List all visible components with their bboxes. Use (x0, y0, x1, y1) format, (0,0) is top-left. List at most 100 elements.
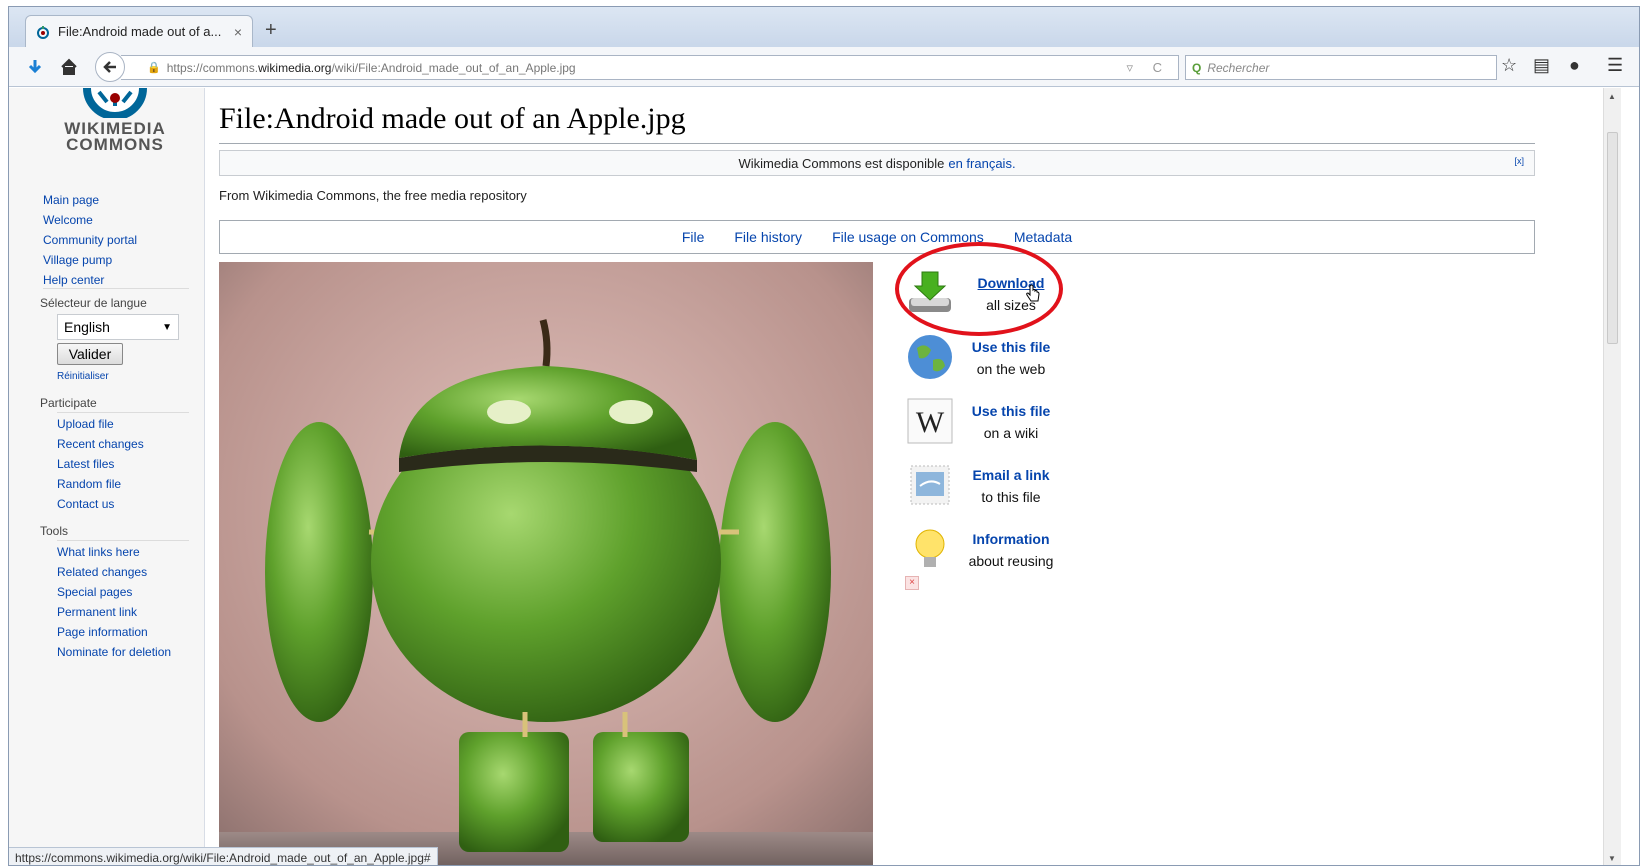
close-tab-icon[interactable]: × (234, 24, 242, 40)
use-wiki-sub: on a wiki (983, 425, 1039, 441)
broken-image-icon: × (905, 576, 919, 590)
language-selector-heading: Sélecteur de langue (40, 296, 147, 310)
main-navigation: Main page Welcome Community portal Villa… (43, 190, 137, 290)
notice-french-link[interactable]: en français. (948, 156, 1015, 171)
use-on-wiki-action[interactable]: W Use this file on a wiki (905, 392, 1105, 456)
browser-window: File:Android made out of a... × + 🔒 http… (8, 6, 1640, 866)
email-link-action[interactable]: Email a link to this file (905, 456, 1105, 520)
chat-icon[interactable]: ● (1569, 55, 1580, 76)
wikipedia-w-icon: W (907, 398, 953, 444)
scrollbar-thumb[interactable] (1607, 132, 1618, 344)
participate-list: Upload file Recent changes Latest files … (57, 414, 144, 514)
globe-icon (908, 335, 952, 379)
tab-strip: File:Android made out of a... × + (9, 7, 1639, 47)
nav-village-pump[interactable]: Village pump (43, 250, 137, 270)
nav-help-center[interactable]: Help center (43, 270, 137, 290)
use-wiki-link[interactable]: Use this file (961, 400, 1061, 422)
lock-icon: 🔒 (147, 62, 161, 74)
svg-text:W: W (916, 406, 945, 439)
toc-file-history[interactable]: File history (734, 229, 802, 245)
language-select[interactable]: English ▼ (57, 314, 179, 340)
browser-tab[interactable]: File:Android made out of a... × (25, 15, 253, 47)
information-sub: about reusing (968, 553, 1054, 569)
use-web-text: Use this file on the web (961, 336, 1061, 380)
nav-nominate-for-deletion[interactable]: Nominate for deletion (57, 642, 171, 662)
notice-dismiss-button[interactable]: [x] (1514, 156, 1524, 166)
vertical-scrollbar[interactable]: ▲ ▼ (1603, 88, 1621, 865)
language-notice-banner: Wikimedia Commons est disponible en fran… (219, 150, 1535, 176)
nav-random-file[interactable]: Random file (57, 474, 144, 494)
site-subtitle: From Wikimedia Commons, the free media r… (219, 188, 527, 203)
nav-latest-files[interactable]: Latest files (57, 454, 144, 474)
information-action[interactable]: Information about reusing (905, 520, 1105, 584)
file-toc: File File history File usage on Commons … (219, 220, 1535, 254)
download-text: Download all sizes (961, 272, 1061, 316)
nav-recent-changes[interactable]: Recent changes (57, 434, 144, 454)
toc-file-usage[interactable]: File usage on Commons (832, 229, 984, 245)
tab-title: File:Android made out of a... (58, 24, 222, 39)
bookmark-star-icon[interactable]: ☆ (1501, 55, 1517, 76)
email-link[interactable]: Email a link (961, 464, 1061, 486)
new-tab-button[interactable]: + (265, 19, 277, 42)
divider (43, 288, 189, 289)
divider (57, 412, 189, 413)
sidebar: WIKIMEDIA COMMONS Main page Welcome Comm… (9, 88, 205, 865)
nav-special-pages[interactable]: Special pages (57, 582, 171, 602)
use-web-link[interactable]: Use this file (961, 336, 1061, 358)
search-engine-icon: Q (1192, 60, 1202, 75)
tools-heading: Tools (40, 524, 69, 538)
nav-what-links-here[interactable]: What links here (57, 542, 171, 562)
toc-file[interactable]: File (682, 229, 705, 245)
page-title: File:Android made out of an Apple.jpg (219, 102, 1535, 144)
status-bar-url: https://commons.wikimedia.org/wiki/File:… (9, 847, 438, 865)
logo-commons-text: COMMONS (66, 135, 164, 154)
hand-cursor-icon (1026, 284, 1040, 302)
valider-button[interactable]: Valider (57, 343, 123, 365)
divider (57, 540, 189, 541)
participate-heading: Participate (40, 396, 97, 410)
nav-community-portal[interactable]: Community portal (43, 230, 137, 250)
information-link[interactable]: Information (961, 528, 1061, 550)
back-button[interactable] (95, 52, 125, 82)
download-sub: all sizes (986, 297, 1036, 313)
file-actions-panel: Download all sizes Use this file on the … (905, 264, 1105, 584)
toc-metadata[interactable]: Metadata (1014, 229, 1072, 245)
file-preview-image[interactable] (219, 262, 873, 866)
menu-icon[interactable]: ☰ (1607, 55, 1623, 76)
download-action[interactable]: Download all sizes (905, 264, 1105, 328)
nav-upload-file[interactable]: Upload file (57, 414, 144, 434)
navigation-toolbar: 🔒 https://commons.wikimedia.org/wiki/Fil… (9, 47, 1639, 87)
language-selected-value: English (64, 319, 110, 335)
commons-emblem-icon (83, 88, 147, 120)
tools-list: What links here Related changes Special … (57, 542, 171, 662)
address-bar[interactable]: 🔒 https://commons.wikimedia.org/wiki/Fil… (121, 55, 1179, 80)
reading-list-icon[interactable]: ▤ (1533, 55, 1550, 76)
chevron-down-icon: ▼ (162, 322, 172, 333)
url-text: https://commons.wikimedia.org/wiki/File:… (166, 60, 576, 75)
email-sub: to this file (981, 489, 1041, 505)
download-icon (909, 271, 951, 312)
use-wiki-text: Use this file on a wiki (961, 400, 1061, 444)
web-page: WIKIMEDIA COMMONS Main page Welcome Comm… (9, 88, 1621, 866)
nav-page-information[interactable]: Page information (57, 622, 171, 642)
reload-icon[interactable]: ▿ C (1126, 60, 1170, 76)
nav-permanent-link[interactable]: Permanent link (57, 602, 171, 622)
notice-text: Wikimedia Commons est disponible (738, 155, 945, 171)
reinitialiser-link[interactable]: Réinitialiser (57, 371, 109, 382)
information-text: Information about reusing (961, 528, 1061, 572)
home-icon[interactable] (57, 55, 81, 79)
wikimedia-commons-logo[interactable]: WIKIMEDIA COMMONS (45, 88, 185, 168)
nav-related-changes[interactable]: Related changes (57, 562, 171, 582)
downloads-icon[interactable] (23, 55, 47, 79)
search-placeholder: Rechercher (1207, 60, 1270, 75)
search-input[interactable]: Q Rechercher (1185, 55, 1497, 80)
wikimedia-favicon-icon (37, 25, 49, 39)
scroll-down-icon[interactable]: ▼ (1608, 854, 1616, 863)
nav-welcome[interactable]: Welcome (43, 210, 137, 230)
nav-main-page[interactable]: Main page (43, 190, 137, 210)
scroll-up-icon[interactable]: ▲ (1608, 92, 1616, 101)
use-on-web-action[interactable]: Use this file on the web (905, 328, 1105, 392)
nav-contact-us[interactable]: Contact us (57, 494, 144, 514)
back-arrow-icon (103, 61, 116, 73)
download-link[interactable]: Download (961, 272, 1061, 294)
